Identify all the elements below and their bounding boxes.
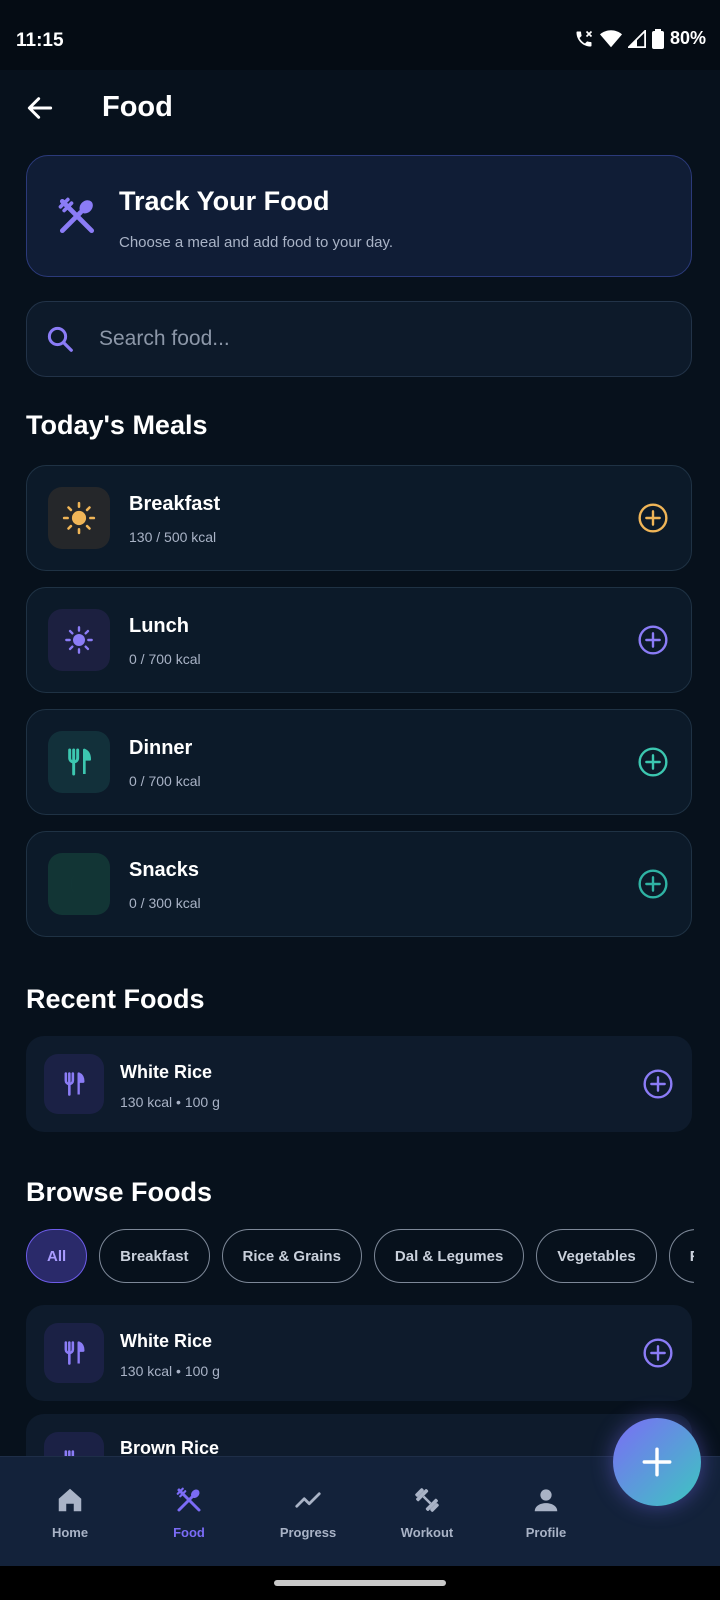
battery-percent: 80%: [669, 28, 706, 48]
chip-fruits[interactable]: Fruits: [668, 1229, 694, 1283]
browse-section-title: Browse Foods: [26, 1177, 213, 1207]
meal-icon-box: [48, 731, 110, 793]
nav-profile[interactable]: Profile: [487, 1457, 605, 1567]
sun-icon: [62, 501, 96, 535]
search-icon: [47, 326, 73, 352]
nav-label: Workout: [400, 1525, 454, 1540]
nav-progress[interactable]: Progress: [249, 1457, 367, 1567]
bottom-nav: Home Food Progress Workout Profile: [0, 1456, 720, 1567]
nav-label: Profile: [525, 1525, 567, 1540]
add-circle-icon[interactable]: [642, 1068, 674, 1100]
meal-card-dinner[interactable]: Dinner 0 / 700 kcal: [26, 709, 692, 815]
chip-rice-grains[interactable]: Rice & Grains: [221, 1229, 362, 1283]
call-icon: [576, 30, 593, 46]
chip-vegetables[interactable]: Vegetables: [536, 1229, 657, 1283]
nav-workout[interactable]: Workout: [368, 1457, 486, 1567]
wifi-icon: [599, 29, 622, 47]
add-circle-icon[interactable]: [637, 746, 669, 778]
status-time: 11:15: [16, 30, 64, 51]
add-circle-icon[interactable]: [642, 1337, 674, 1369]
food-icon-box: [44, 1054, 104, 1114]
nav-label: Home: [51, 1525, 89, 1540]
meal-card-breakfast[interactable]: Breakfast 130 / 500 kcal: [26, 465, 692, 571]
add-fab-button[interactable]: [613, 1418, 701, 1506]
chip-dal-legumes[interactable]: Dal & Legumes: [373, 1229, 525, 1283]
gesture-handle[interactable]: [274, 1580, 446, 1586]
meal-icon-box: [48, 487, 110, 549]
food-meta: 130 kcal • 100 g: [120, 1363, 220, 1379]
chip-all[interactable]: All: [26, 1229, 88, 1283]
person-icon: [534, 1489, 558, 1512]
moon-icon: [70, 872, 83, 896]
meal-name: Snacks: [129, 859, 200, 881]
meal-card-lunch[interactable]: Lunch 0 / 700 kcal: [26, 587, 692, 693]
meal-kcal: 130 / 500 kcal: [129, 529, 217, 545]
page-title: Food: [102, 91, 173, 123]
arrow-left-icon: [27, 97, 53, 119]
meal-icon-box: [48, 853, 110, 915]
gesture-bar: [0, 1566, 720, 1600]
home-icon: [58, 1488, 82, 1512]
meal-name: Dinner: [129, 737, 193, 759]
search-input[interactable]: [97, 318, 661, 360]
category-chips: All Breakfast Rice & Grains Dal & Legume…: [26, 1229, 694, 1287]
track-food-card: Track Your Food Choose a meal and add fo…: [26, 155, 692, 277]
add-circle-icon[interactable]: [637, 502, 669, 534]
status-icons: 80%: [574, 28, 706, 49]
meal-name: Lunch: [129, 615, 189, 637]
recent-section-title: Recent Foods: [26, 984, 205, 1014]
meal-kcal: 0 / 700 kcal: [129, 651, 201, 667]
track-title: Track Your Food: [119, 186, 330, 216]
back-button[interactable]: [24, 92, 56, 124]
meal-kcal: 0 / 700 kcal: [129, 773, 201, 789]
search-bar[interactable]: [26, 301, 692, 377]
nav-label: Food: [173, 1525, 205, 1540]
battery-icon: [651, 28, 664, 49]
meal-kcal: 0 / 300 kcal: [129, 895, 201, 911]
fork-knife-icon: [64, 1072, 85, 1096]
meal-icon-box: [48, 609, 110, 671]
nav-home[interactable]: Home: [11, 1457, 129, 1567]
status-bar: 11:15 80%: [0, 0, 720, 70]
food-name: White Rice: [120, 1062, 213, 1082]
meal-name: Breakfast: [129, 493, 221, 515]
utensils-icon: [176, 1487, 201, 1512]
dumbbell-icon: [415, 1488, 439, 1512]
food-meta: 130 kcal • 100 g: [120, 1094, 220, 1110]
fork-knife-icon: [68, 748, 91, 776]
food-icon-box: [44, 1323, 104, 1383]
meals-section-title: Today's Meals: [26, 410, 208, 440]
signal-icon: [627, 29, 646, 48]
trend-icon: [295, 1492, 321, 1508]
meal-card-snacks[interactable]: Snacks 0 / 300 kcal: [26, 831, 692, 937]
fork-knife-icon: [64, 1341, 85, 1365]
chip-breakfast[interactable]: Breakfast: [99, 1229, 210, 1283]
browse-food-item[interactable]: White Rice 130 kcal • 100 g: [26, 1305, 692, 1401]
nav-food[interactable]: Food: [130, 1457, 248, 1567]
track-subtitle: Choose a meal and add food to your day.: [119, 234, 394, 251]
utensils-icon: [58, 197, 95, 234]
food-name: White Rice: [120, 1331, 213, 1351]
nav-label: Progress: [279, 1525, 337, 1540]
sun-small-icon: [65, 626, 93, 654]
add-circle-icon[interactable]: [637, 868, 669, 900]
plus-icon: [642, 1447, 672, 1477]
recent-food-item[interactable]: White Rice 130 kcal • 100 g: [26, 1036, 692, 1132]
add-circle-icon[interactable]: [637, 624, 669, 656]
